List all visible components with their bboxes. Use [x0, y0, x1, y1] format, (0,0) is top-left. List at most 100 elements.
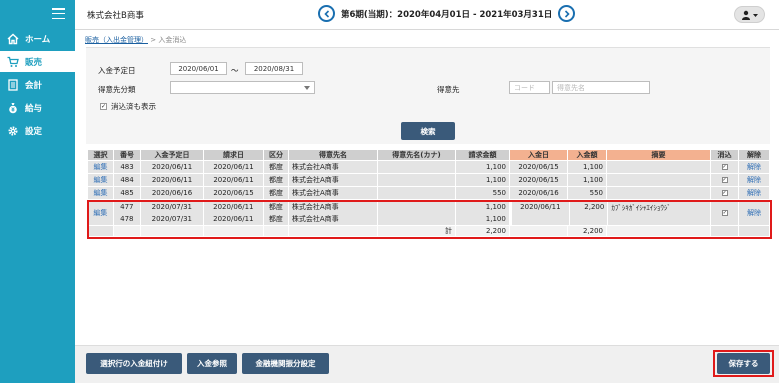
home-icon	[7, 33, 19, 45]
client-category-label: 得意先分類	[98, 85, 136, 94]
sidebar-item-payroll[interactable]: ¥ 給与	[0, 97, 75, 118]
cell-paid-amount: 1,100	[568, 174, 607, 186]
sidebar-item-label: ホーム	[25, 34, 51, 45]
user-icon	[741, 10, 758, 20]
cell-paid-amount: 1,100	[568, 161, 607, 173]
due-date-label: 入金予定日	[98, 66, 136, 75]
breadcrumb-current: 入金消込	[158, 36, 187, 44]
edit-link[interactable]: 編集	[94, 188, 108, 198]
bank-allocation-settings-button[interactable]: 金融機関振分設定	[242, 353, 329, 374]
date-to-input[interactable]: 2020/08/31	[245, 62, 303, 75]
top-header: 株式会社B商事 第6期(当期)：2020年04月01日 - 2021年03月31…	[75, 0, 779, 30]
sidebar-item-label: 設定	[25, 126, 43, 137]
cancel-link[interactable]: 解除	[747, 188, 761, 198]
cleared-checkbox[interactable]: ✓	[721, 190, 728, 196]
date-from-input[interactable]: 2020/06/01	[170, 62, 227, 75]
next-period-button[interactable]	[558, 5, 576, 22]
chevron-right-icon	[564, 9, 570, 18]
table-row: 編集 483 2020/06/11 2020/06/11 都度 株式会社A商事 …	[88, 161, 770, 173]
table-row: 編集 485 2020/06/16 2020/06/15 都度 株式会社A商事 …	[88, 187, 770, 199]
sidebar-item-home[interactable]: ホーム	[0, 28, 75, 49]
cell-no: 483	[114, 161, 141, 173]
sidebar-item-accounting[interactable]: 会計	[0, 74, 75, 95]
col-client-kana: 得意先名(カナ)	[378, 150, 456, 160]
cell-paid-date: 2020/06/15	[510, 161, 568, 173]
prev-period-button[interactable]	[318, 5, 335, 22]
company-name: 株式会社B商事	[87, 11, 144, 21]
table-header-row: 選択 番号 入金予定日 請求日 区分 得意先名 得意先名(カナ) 請求金額 入金…	[88, 150, 770, 160]
show-cleared-option[interactable]: ✓ 消込済も表示	[100, 101, 156, 112]
ledger-icon	[7, 78, 19, 91]
cell-paid-amount: 550	[568, 187, 607, 199]
col-due-date: 入金予定日	[141, 150, 204, 160]
cell-type: 都度	[264, 161, 289, 173]
sidebar-item-label: 給与	[25, 103, 43, 114]
col-no: 番号	[114, 150, 141, 160]
cell-client: 株式会社A商事	[289, 174, 378, 186]
col-amount: 請求金額	[456, 150, 510, 160]
cell-due-date: 2020/06/11	[141, 174, 204, 186]
chevron-left-icon	[323, 9, 329, 18]
cell-no: 485	[114, 187, 141, 199]
breadcrumb: 販売（入出金管理） > 入金消込	[85, 35, 186, 45]
cell-due-date: 2020/06/11	[141, 161, 204, 173]
hamburger-menu-icon[interactable]	[52, 8, 65, 19]
client-category-select[interactable]	[170, 81, 315, 94]
edit-link[interactable]: 編集	[94, 162, 108, 172]
cell-billing-date: 2020/06/11	[204, 174, 264, 186]
col-cancel: 解除	[739, 150, 770, 160]
col-billing-date: 請求日	[204, 150, 264, 160]
sidebar-item-settings[interactable]: 設定	[0, 120, 75, 141]
cell-client: 株式会社A商事	[289, 187, 378, 199]
caret-down-icon	[304, 85, 310, 90]
col-memo: 摘要	[607, 150, 711, 160]
cleared-checkbox[interactable]: ✓	[721, 164, 728, 170]
cell-no: 484	[114, 174, 141, 186]
cell-amount: 1,100	[456, 174, 510, 186]
svg-text:¥: ¥	[11, 107, 15, 113]
cancel-link[interactable]: 解除	[747, 162, 761, 172]
sidebar-item-label: 会計	[25, 80, 43, 91]
client-name-input[interactable]: 得意先名	[552, 81, 650, 94]
assign-payment-button[interactable]: 選択行の入金紐付け	[86, 353, 182, 374]
cell-type: 都度	[264, 187, 289, 199]
cell-due-date: 2020/06/16	[141, 187, 204, 199]
cart-icon	[7, 56, 19, 68]
period-label: 第6期(当期)：2020年04月01日 - 2021年03月31日	[341, 9, 553, 20]
cell-client-kana	[378, 161, 456, 173]
cell-client-kana	[378, 187, 456, 199]
date-range-tilde: ～	[231, 66, 239, 75]
client-label: 得意先	[437, 85, 460, 94]
cell-amount: 1,100	[456, 161, 510, 173]
cleared-checkbox[interactable]: ✓	[721, 177, 728, 183]
search-form: 入金予定日 2020/06/01 ～ 2020/08/31 得意先分類 得意先 …	[86, 47, 770, 144]
cell-amount: 550	[456, 187, 510, 199]
client-code-input[interactable]: コード	[509, 81, 550, 94]
highlight-box-group	[87, 200, 772, 239]
period-selector: 第6期(当期)：2020年04月01日 - 2021年03月31日	[318, 5, 576, 22]
col-paid-amount: 入金額	[568, 150, 607, 160]
cancel-link[interactable]: 解除	[747, 175, 761, 185]
gear-icon	[7, 125, 19, 137]
col-paid-date: 入金日	[510, 150, 568, 160]
cell-client-kana	[378, 174, 456, 186]
col-client: 得意先名	[289, 150, 378, 160]
search-button[interactable]: 検索	[401, 122, 455, 140]
cell-type: 都度	[264, 174, 289, 186]
col-type: 区分	[264, 150, 289, 160]
sidebar: ホーム 販売 会計 ¥ 給与 設定	[0, 0, 75, 383]
user-menu-button[interactable]	[734, 6, 765, 23]
show-cleared-checkbox[interactable]: ✓	[100, 103, 107, 110]
sidebar-item-label: 販売	[25, 57, 43, 68]
breadcrumb-link-sales[interactable]: 販売（入出金管理）	[85, 36, 148, 44]
highlight-box-save	[713, 350, 774, 377]
show-cleared-label: 消込済も表示	[111, 102, 156, 111]
col-cleared: 消込	[711, 150, 739, 160]
sidebar-item-sales[interactable]: 販売	[0, 51, 75, 72]
payment-reference-button[interactable]: 入金参照	[187, 353, 237, 374]
cell-billing-date: 2020/06/15	[204, 187, 264, 199]
cell-client: 株式会社A商事	[289, 161, 378, 173]
col-select: 選択	[88, 150, 114, 160]
edit-link[interactable]: 編集	[94, 175, 108, 185]
table-row: 編集 484 2020/06/11 2020/06/11 都度 株式会社A商事 …	[88, 174, 770, 186]
